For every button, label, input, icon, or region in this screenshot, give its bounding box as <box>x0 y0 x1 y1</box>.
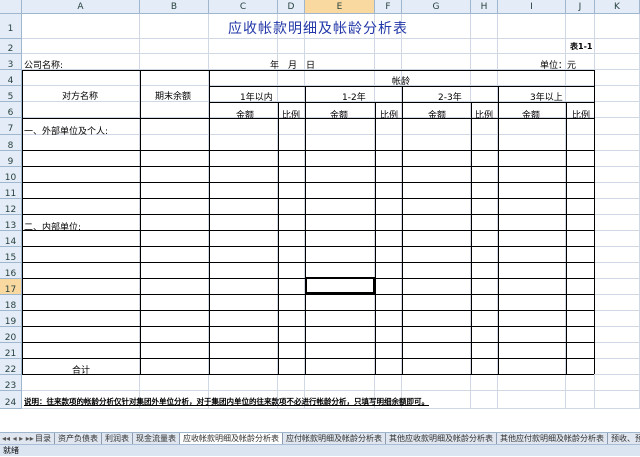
border-line <box>209 70 210 374</box>
header-counterparty: 对方名称 <box>62 92 99 102</box>
border-line <box>402 86 403 374</box>
border-line <box>498 86 499 374</box>
row-header-24[interactable]: 24 <box>0 391 22 409</box>
border-line <box>22 342 594 343</box>
table-number: 表1-1 <box>570 42 593 51</box>
column-header-E[interactable]: E <box>305 0 375 14</box>
total-label: 合计 <box>72 366 91 376</box>
row-header-14[interactable]: 14 <box>0 231 22 247</box>
gridline-h <box>22 134 640 135</box>
border-line <box>22 310 594 311</box>
row-header-23[interactable]: 23 <box>0 375 22 391</box>
header-balance: 期末余额 <box>155 92 192 102</box>
row-header-17[interactable]: 17 <box>0 279 22 295</box>
row-header-22[interactable]: 22 <box>0 359 22 375</box>
border-line <box>22 358 594 359</box>
row-header-6[interactable]: 6 <box>0 102 22 118</box>
section-external: 一、外部单位及个人: <box>24 127 109 137</box>
header-amount-3: 金额 <box>428 111 447 121</box>
border-line <box>140 70 141 374</box>
border-line <box>566 102 567 374</box>
border-line <box>22 166 594 167</box>
row-header-3[interactable]: 3 <box>0 54 22 70</box>
row-header-2[interactable]: 2 <box>0 39 22 54</box>
row-header-13[interactable]: 13 <box>0 215 22 231</box>
border-line <box>22 374 594 375</box>
row-header-1[interactable]: 1 <box>0 14 22 39</box>
column-header-J[interactable]: J <box>566 0 595 14</box>
row-header-11[interactable]: 11 <box>0 183 22 199</box>
header-ratio-3: 比例 <box>475 111 494 121</box>
border-line <box>22 326 594 327</box>
column-header-H[interactable]: H <box>471 0 498 14</box>
header-amount-2: 金额 <box>330 111 349 121</box>
section-internal: 二、内部单位: <box>24 223 82 233</box>
row-header-7[interactable]: 7 <box>0 118 22 135</box>
gridline-h <box>22 390 640 391</box>
header-within-1yr: 1年以内 <box>240 93 273 103</box>
column-header-I[interactable]: I <box>498 0 566 14</box>
row-header-10[interactable]: 10 <box>0 167 22 183</box>
border-line <box>471 102 472 374</box>
gridline-h <box>22 38 640 39</box>
row-header-15[interactable]: 15 <box>0 247 22 263</box>
border-line <box>22 262 594 263</box>
status-bar: 就绪 <box>0 444 640 456</box>
row-header-5[interactable]: 5 <box>0 86 22 102</box>
border-line <box>22 294 594 295</box>
row-header-21[interactable]: 21 <box>0 343 22 359</box>
gridline-h <box>22 53 640 54</box>
sheet-title: 应收帐款明细及帐龄分析表 <box>228 21 408 37</box>
column-header-G[interactable]: G <box>402 0 471 14</box>
border-line <box>278 102 279 374</box>
header-ratio-1: 比例 <box>282 111 301 121</box>
row-header-4[interactable]: 4 <box>0 70 22 86</box>
row-header-12[interactable]: 12 <box>0 199 22 215</box>
border-line <box>22 182 594 183</box>
date-label: 年 月 日 <box>270 61 316 71</box>
row-header-20[interactable]: 20 <box>0 327 22 343</box>
header-aging: 帐龄 <box>392 77 411 87</box>
header-ratio-4: 比例 <box>572 111 591 121</box>
column-header-K[interactable]: K <box>595 0 640 14</box>
border-line <box>594 70 595 374</box>
unit-label: 单位：元 <box>540 61 577 71</box>
border-line <box>305 86 306 374</box>
row-header-18[interactable]: 18 <box>0 295 22 311</box>
row-header-8[interactable]: 8 <box>0 135 22 151</box>
header-over-3yr: 3年以上 <box>530 93 563 103</box>
row-header-19[interactable]: 19 <box>0 311 22 327</box>
row-header-9[interactable]: 9 <box>0 151 22 167</box>
company-label: 公司名称: <box>24 61 64 71</box>
border-line <box>22 246 594 247</box>
select-all-corner[interactable] <box>0 0 22 14</box>
column-header-F[interactable]: F <box>375 0 402 14</box>
gridline-h <box>22 408 640 409</box>
column-header-A[interactable]: A <box>22 0 140 14</box>
column-header-B[interactable]: B <box>140 0 209 14</box>
border-line <box>375 102 376 374</box>
header-amount-4: 金额 <box>522 111 541 121</box>
header-2-3yr: 2-3年 <box>438 93 462 103</box>
row-header-16[interactable]: 16 <box>0 263 22 279</box>
border-line <box>22 70 23 374</box>
border-line <box>22 118 594 119</box>
column-header-D[interactable]: D <box>278 0 305 14</box>
header-amount-1: 金额 <box>236 111 255 121</box>
border-line <box>22 198 594 199</box>
active-cell-selection[interactable] <box>305 277 375 294</box>
footnote: 说明：往来款项的帐龄分析仅针对集团外单位分析，对于集团内单位的往来款项不必进行帐… <box>24 397 429 406</box>
column-header-C[interactable]: C <box>209 0 278 14</box>
header-1-2yr: 1-2年 <box>342 93 366 103</box>
border-line <box>22 150 594 151</box>
border-line <box>22 214 594 215</box>
border-line <box>22 230 594 231</box>
header-ratio-2: 比例 <box>380 111 399 121</box>
